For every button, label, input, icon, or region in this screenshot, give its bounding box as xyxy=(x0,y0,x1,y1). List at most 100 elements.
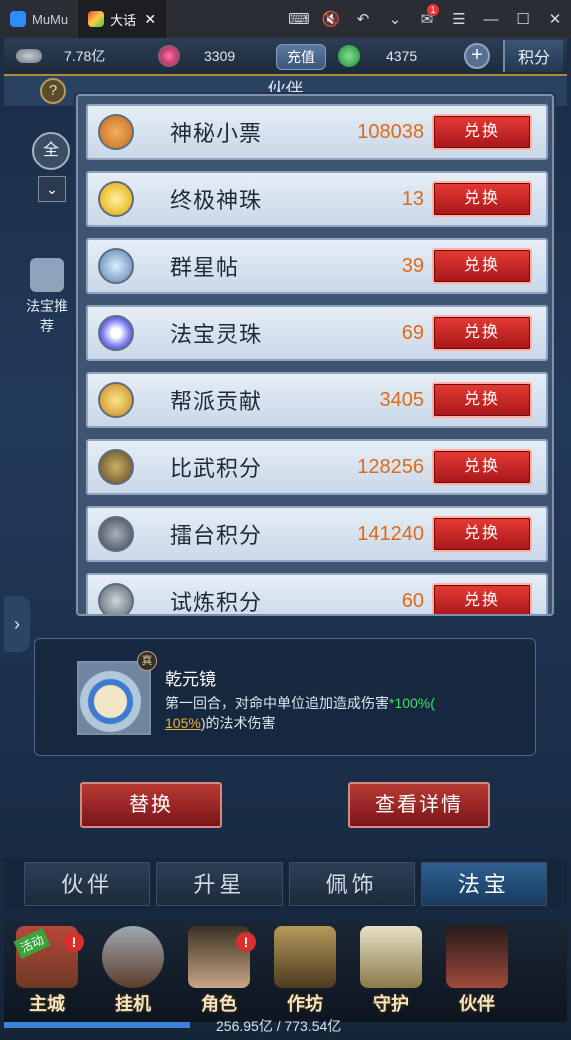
exchange-button[interactable]: 兑换 xyxy=(432,382,532,418)
mute-icon[interactable]: 🔇 xyxy=(315,0,347,38)
star-card-icon xyxy=(98,248,134,284)
list-item: 擂台积分 141240 兑换 xyxy=(86,506,548,562)
exchange-panel[interactable]: 神秘小票 108038 兑换 终极神珠 13 兑换 群星帖 39 兑换 法宝灵珠… xyxy=(76,94,554,616)
item-name: 法宝灵珠 xyxy=(170,322,263,347)
list-item: 群星帖 39 兑换 xyxy=(86,238,548,294)
tab-game[interactable]: 大话 ✕ xyxy=(78,0,167,38)
menu-label: 作坊 xyxy=(287,994,323,1014)
exchange-button[interactable]: 兑换 xyxy=(432,114,532,150)
menu-partner[interactable]: 伙伴 xyxy=(434,926,520,1018)
item-quantity: 39 xyxy=(401,254,424,277)
list-item: 法宝灵珠 69 兑换 xyxy=(86,305,548,361)
menu-workshop[interactable]: 作坊 xyxy=(262,926,348,1018)
game-screen: MuMu 大话 ✕ ⌨ 🔇 ↶ ⌄ ✉ 1 ☰ — ☐ ✕ 7.78亿 3309 … xyxy=(0,0,571,1040)
desc-prefix: 第一回合，对命中单位追加造成伤害 xyxy=(165,695,389,711)
item-quantity: 108038 xyxy=(357,120,424,143)
tab-label: MuMu xyxy=(32,11,69,27)
tab-partner[interactable]: 伙伴 xyxy=(24,862,151,906)
menu-label: 挂机 xyxy=(115,994,151,1014)
maximize-icon[interactable]: ☐ xyxy=(507,0,539,38)
game-logo-icon xyxy=(88,11,105,27)
mirror-icon[interactable] xyxy=(77,661,151,735)
item-name: 神秘小票 xyxy=(170,121,263,146)
list-item: 试炼积分 60 兑换 xyxy=(86,573,548,614)
tab-mumu[interactable]: MuMu xyxy=(0,0,78,38)
exchange-button[interactable]: 兑换 xyxy=(432,315,532,351)
tab-fabao[interactable]: 法宝 xyxy=(420,862,547,906)
exchange-button[interactable]: 兑换 xyxy=(432,181,532,217)
sub-tab-bar: 伙伴 升星 佩饰 法宝 xyxy=(4,858,567,910)
mail-icon[interactable]: ✉ 1 xyxy=(411,0,443,38)
chevron-down-icon[interactable]: ⌄ xyxy=(379,0,411,38)
view-details-button[interactable]: 查看详情 xyxy=(348,782,490,828)
menu-icon[interactable]: ☰ xyxy=(443,0,475,38)
notification-badge: 1 xyxy=(427,4,439,16)
guild-coin-icon xyxy=(98,382,134,418)
jade-amount: 4375 xyxy=(386,48,418,64)
item-name: 擂台积分 xyxy=(170,523,263,548)
exchange-button[interactable]: 兑换 xyxy=(432,248,532,284)
points-tab[interactable]: 积分 xyxy=(503,40,563,72)
fabao-recommend-button[interactable]: 法宝推荐 xyxy=(20,258,74,334)
chevron-down-icon[interactable]: ⌄ xyxy=(38,176,66,202)
menu-label: 伙伴 xyxy=(459,994,495,1014)
mumu-logo-icon xyxy=(10,11,26,27)
jade-icon xyxy=(338,45,360,67)
filter-all-button[interactable]: 全 xyxy=(32,132,70,170)
fabao-name: 乾元镜 xyxy=(165,670,216,689)
anvil-hammer-icon xyxy=(274,926,336,988)
spirit-orb-icon xyxy=(98,315,134,351)
exchange-button[interactable]: 兑换 xyxy=(432,516,532,552)
tab-star-up[interactable]: 升星 xyxy=(156,862,283,906)
tab-label: 大话 xyxy=(110,12,137,28)
minimize-icon[interactable]: — xyxy=(475,0,507,38)
window-controls: ⌨ 🔇 ↶ ⌄ ✉ 1 ☰ — ☐ ✕ xyxy=(283,0,571,38)
list-item: 终极神珠 13 兑换 xyxy=(86,171,548,227)
menu-label: 守护 xyxy=(373,994,409,1014)
item-name: 帮派贡献 xyxy=(170,389,263,414)
ticket-icon xyxy=(98,114,134,150)
help-icon[interactable]: ? xyxy=(40,78,66,104)
bottom-menu: 主城 ! 活动 挂机 角色 ! 作坊 守护 伙伴 xyxy=(4,922,567,1022)
demon-portrait-icon xyxy=(446,926,508,988)
replace-button[interactable]: 替换 xyxy=(80,782,222,828)
item-name: 群星帖 xyxy=(170,255,240,280)
menu-idle[interactable]: 挂机 xyxy=(90,926,176,1018)
menu-character[interactable]: 角色 ! xyxy=(176,926,262,1018)
silver-amount: 7.78亿 xyxy=(64,48,106,64)
item-name: 比武积分 xyxy=(170,456,263,481)
dragon-icon xyxy=(360,926,422,988)
keyboard-icon[interactable]: ⌨ xyxy=(283,0,315,38)
exchange-button[interactable]: 兑换 xyxy=(432,583,532,614)
recharge-button[interactable]: 充值 xyxy=(276,44,326,70)
desc-paren: ( xyxy=(430,695,435,711)
menu-main-city[interactable]: 主城 ! 活动 xyxy=(4,926,90,1018)
add-resource-button[interactable]: + xyxy=(464,43,490,69)
item-quantity: 141240 xyxy=(357,522,424,545)
fabao-seal-badge: 真 xyxy=(137,651,157,671)
list-item: 比武积分 128256 兑换 xyxy=(86,439,548,495)
list-item: 神秘小票 108038 兑换 xyxy=(86,104,548,160)
item-quantity: 69 xyxy=(401,321,424,344)
item-quantity: 13 xyxy=(401,187,424,210)
exchange-button[interactable]: 兑换 xyxy=(432,449,532,485)
desc-suffix: )的法术伤害 xyxy=(200,715,276,731)
menu-guardian[interactable]: 守护 xyxy=(348,926,434,1018)
chevron-left-icon[interactable]: › xyxy=(4,596,30,652)
back-icon[interactable]: ↶ xyxy=(347,0,379,38)
close-window-icon[interactable]: ✕ xyxy=(539,0,571,38)
experience-text: 256.95亿 / 773.54亿 xyxy=(216,1018,342,1034)
close-tab-icon[interactable]: ✕ xyxy=(144,11,156,28)
thumbs-up-icon xyxy=(30,258,64,292)
menu-label: 主城 xyxy=(29,994,65,1014)
list-item: 帮派贡献 3405 兑换 xyxy=(86,372,548,428)
item-name: 终极神珠 xyxy=(170,188,263,213)
gem-resource: 3309 xyxy=(158,45,235,67)
silver-resource: 7.78亿 xyxy=(16,46,105,66)
duel-coin-icon xyxy=(98,449,134,485)
tab-accessory[interactable]: 佩饰 xyxy=(288,862,415,906)
fabao-info-box: 真 乾元镜 第一回合，对命中单位追加造成伤害*100%(105%)的法术伤害 xyxy=(34,638,536,756)
item-quantity: 3405 xyxy=(379,388,425,411)
alert-badge: ! xyxy=(64,932,84,952)
trial-coin-icon xyxy=(98,583,134,614)
